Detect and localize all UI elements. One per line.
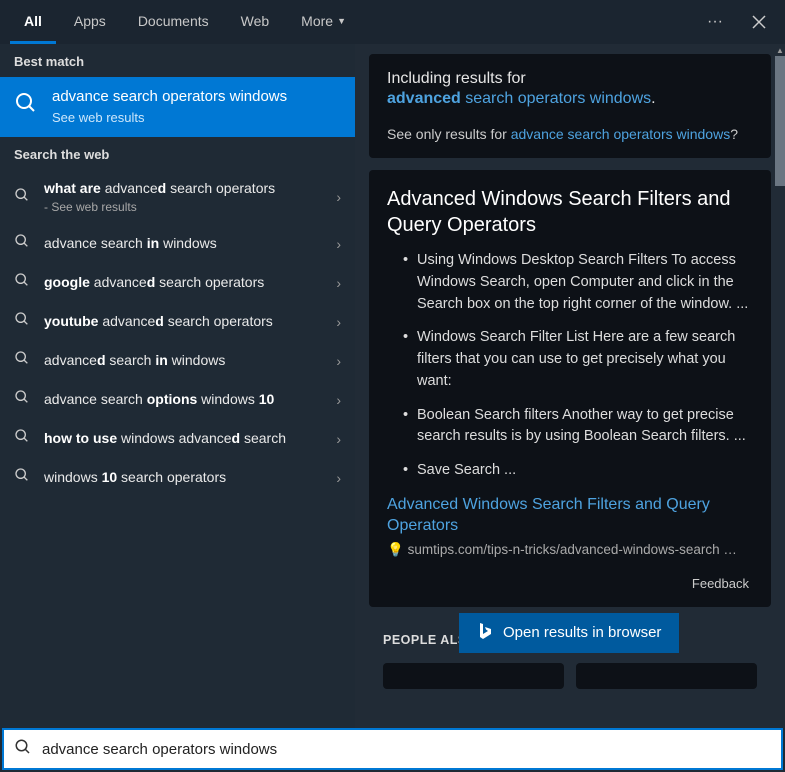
- best-match-title: advance search operators windows: [52, 87, 287, 107]
- chevron-right-icon: ›: [336, 392, 341, 408]
- search-icon: [14, 350, 30, 371]
- result-bullet: Using Windows Desktop Search Filters To …: [403, 250, 753, 315]
- search-suggestion[interactable]: how to use windows advanced search ›: [0, 419, 355, 458]
- spelling-card: Including results for advanced search op…: [369, 54, 771, 158]
- result-bullet: Boolean Search filters Another way to ge…: [403, 405, 753, 449]
- chevron-right-icon: ›: [336, 470, 341, 486]
- scrollbar-thumb[interactable]: [775, 56, 785, 186]
- result-title: Advanced Windows Search Filters and Quer…: [387, 186, 753, 238]
- search-input[interactable]: [42, 741, 781, 758]
- search-icon: [14, 272, 30, 293]
- open-in-browser-label: Open results in browser: [503, 624, 661, 641]
- best-match-subtitle: See web results: [52, 110, 287, 125]
- search-icon: [14, 233, 30, 254]
- right-panel: Including results for advanced search op…: [355, 44, 785, 728]
- search-suggestion[interactable]: what are advanced search operators- See …: [0, 170, 355, 224]
- tab-apps[interactable]: Apps: [60, 0, 120, 44]
- best-match-item[interactable]: advance search operators windows See web…: [0, 77, 355, 137]
- search-bar: [2, 728, 783, 770]
- open-in-browser-button[interactable]: Open results in browser: [459, 613, 679, 653]
- search-suggestion[interactable]: advance search in windows ›: [0, 224, 355, 263]
- search-icon: [14, 187, 30, 208]
- related-card[interactable]: [383, 663, 564, 689]
- bing-icon: [477, 622, 493, 644]
- tab-more[interactable]: More ▼: [287, 0, 360, 44]
- best-match-header: Best match: [0, 44, 355, 77]
- chevron-right-icon: ›: [336, 236, 341, 252]
- tab-all[interactable]: All: [10, 0, 56, 44]
- suggestion-label: advance search in windows: [44, 234, 328, 253]
- suggestion-label: windows 10 search operators: [44, 468, 328, 487]
- search-suggestion[interactable]: advance search options windows 10 ›: [0, 380, 355, 419]
- chevron-right-icon: ›: [336, 431, 341, 447]
- search-icon: [14, 738, 32, 761]
- left-panel: Best match advance search operators wind…: [0, 44, 355, 728]
- suggestion-label: what are advanced search operators- See …: [44, 179, 328, 215]
- tab-documents[interactable]: Documents: [124, 0, 223, 44]
- search-icon: [14, 311, 30, 332]
- close-button[interactable]: [743, 6, 775, 38]
- only-results-link[interactable]: advance search operators windows: [511, 126, 730, 142]
- suggestion-label: google advanced search operators: [44, 273, 328, 292]
- related-card[interactable]: [576, 663, 757, 689]
- chevron-right-icon: ›: [336, 275, 341, 291]
- result-bullets: Using Windows Desktop Search Filters To …: [387, 250, 753, 482]
- suggestion-label: youtube advanced search operators: [44, 312, 328, 331]
- search-suggestion[interactable]: advanced search in windows ›: [0, 341, 355, 380]
- result-url: 💡 sumtips.com/tips-n-tricks/advanced-win…: [387, 542, 753, 558]
- search-suggestion[interactable]: youtube advanced search operators ›: [0, 302, 355, 341]
- corrected-query-link[interactable]: advanced search operators windows: [387, 90, 651, 107]
- header-bar: All Apps Documents Web More ▼ ···: [0, 0, 785, 44]
- scroll-up-icon[interactable]: ▲: [775, 44, 785, 56]
- suggestion-label: how to use windows advanced search: [44, 429, 328, 448]
- search-suggestion[interactable]: windows 10 search operators ›: [0, 458, 355, 497]
- search-icon: [14, 389, 30, 410]
- more-options-icon[interactable]: ···: [699, 6, 731, 38]
- search-web-header: Search the web: [0, 137, 355, 170]
- result-bullet: Save Search ...: [403, 460, 753, 482]
- chevron-right-icon: ›: [336, 314, 341, 330]
- including-results-label: Including results for: [387, 70, 753, 88]
- search-icon: [14, 428, 30, 449]
- search-icon: [14, 467, 30, 488]
- search-suggestion[interactable]: google advanced search operators ›: [0, 263, 355, 302]
- only-results-label: See only results for: [387, 126, 511, 142]
- chevron-down-icon: ▼: [337, 16, 346, 26]
- search-icon: [14, 91, 38, 120]
- feedback-link[interactable]: Feedback: [387, 576, 749, 591]
- chevron-right-icon: ›: [336, 189, 341, 205]
- result-card: Advanced Windows Search Filters and Quer…: [369, 170, 771, 607]
- chevron-right-icon: ›: [336, 353, 341, 369]
- tab-more-label: More: [301, 13, 333, 29]
- tab-web[interactable]: Web: [227, 0, 284, 44]
- tabs: All Apps Documents Web More ▼: [10, 0, 360, 44]
- suggestion-label: advanced search in windows: [44, 351, 328, 370]
- suggestion-label: advance search options windows 10: [44, 390, 328, 409]
- result-link[interactable]: Advanced Windows Search Filters and Quer…: [387, 494, 753, 537]
- result-bullet: Windows Search Filter List Here are a fe…: [403, 327, 753, 392]
